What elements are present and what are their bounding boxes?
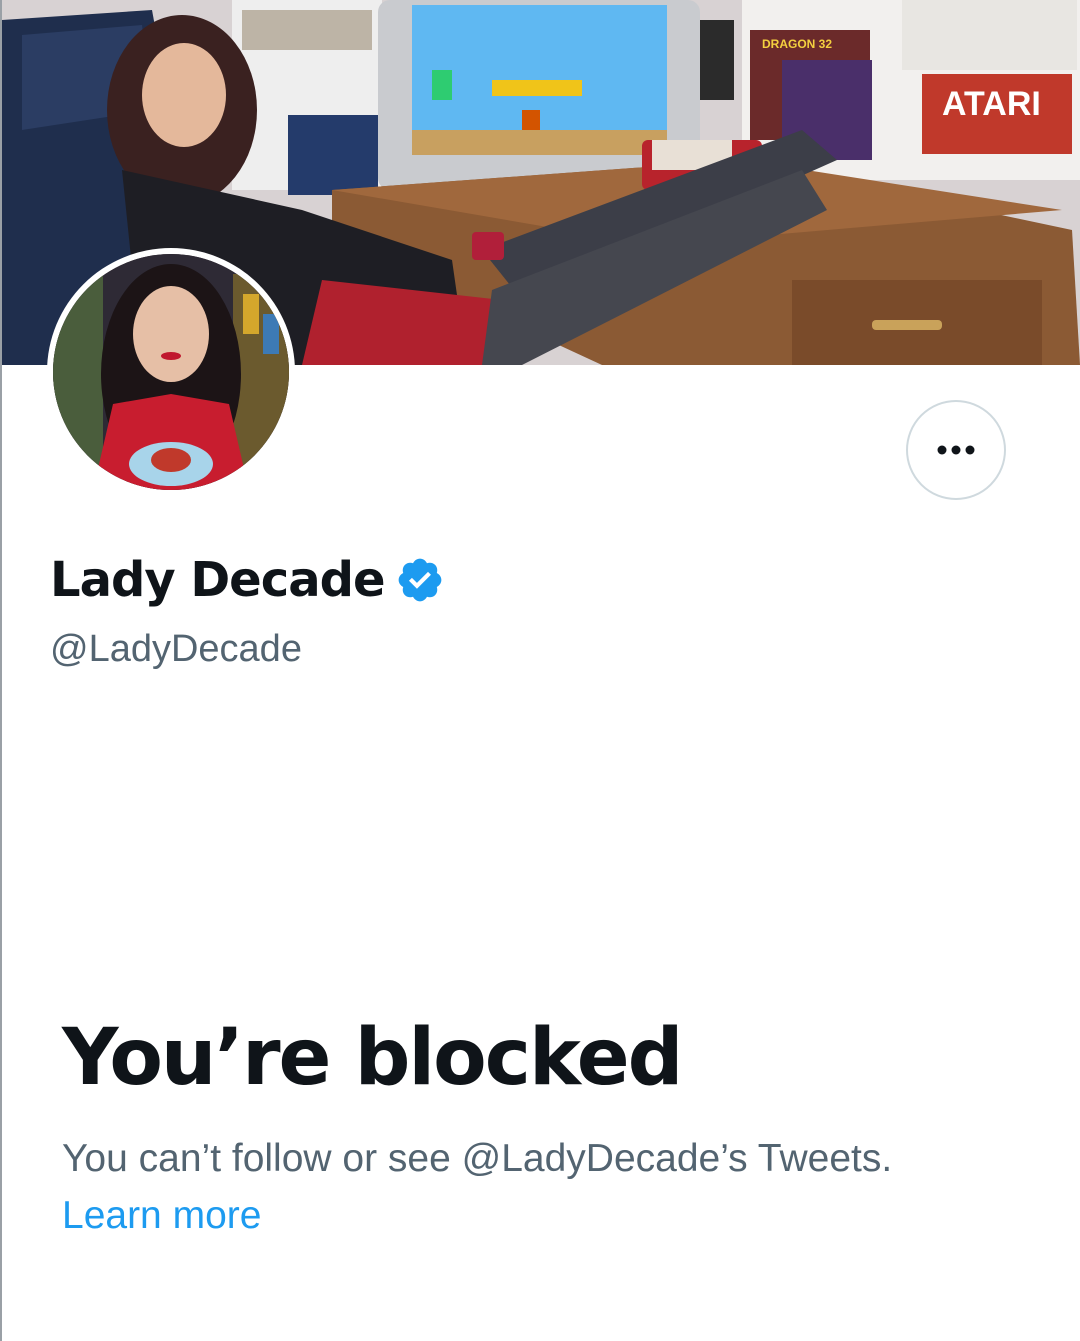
atari-sign-text: ATARI (942, 85, 1041, 123)
display-name-row: Lady Decade (50, 548, 445, 612)
verified-badge-icon[interactable] (395, 555, 445, 605)
blocked-message: You can’t follow or see @LadyDecade’s Tw… (62, 1137, 893, 1180)
learn-more-link[interactable]: Learn more (62, 1189, 261, 1243)
blocked-title: You’re blocked (62, 1013, 683, 1103)
profile-avatar[interactable] (47, 248, 295, 496)
dragon-box-text: DRAGON 32 (762, 37, 832, 51)
avatar-photo (53, 254, 289, 490)
more-options-button[interactable] (906, 400, 1006, 500)
more-horizontal-icon (937, 445, 975, 455)
profile-handle: @LadyDecade (50, 628, 302, 670)
display-name: Lady Decade (50, 552, 385, 608)
